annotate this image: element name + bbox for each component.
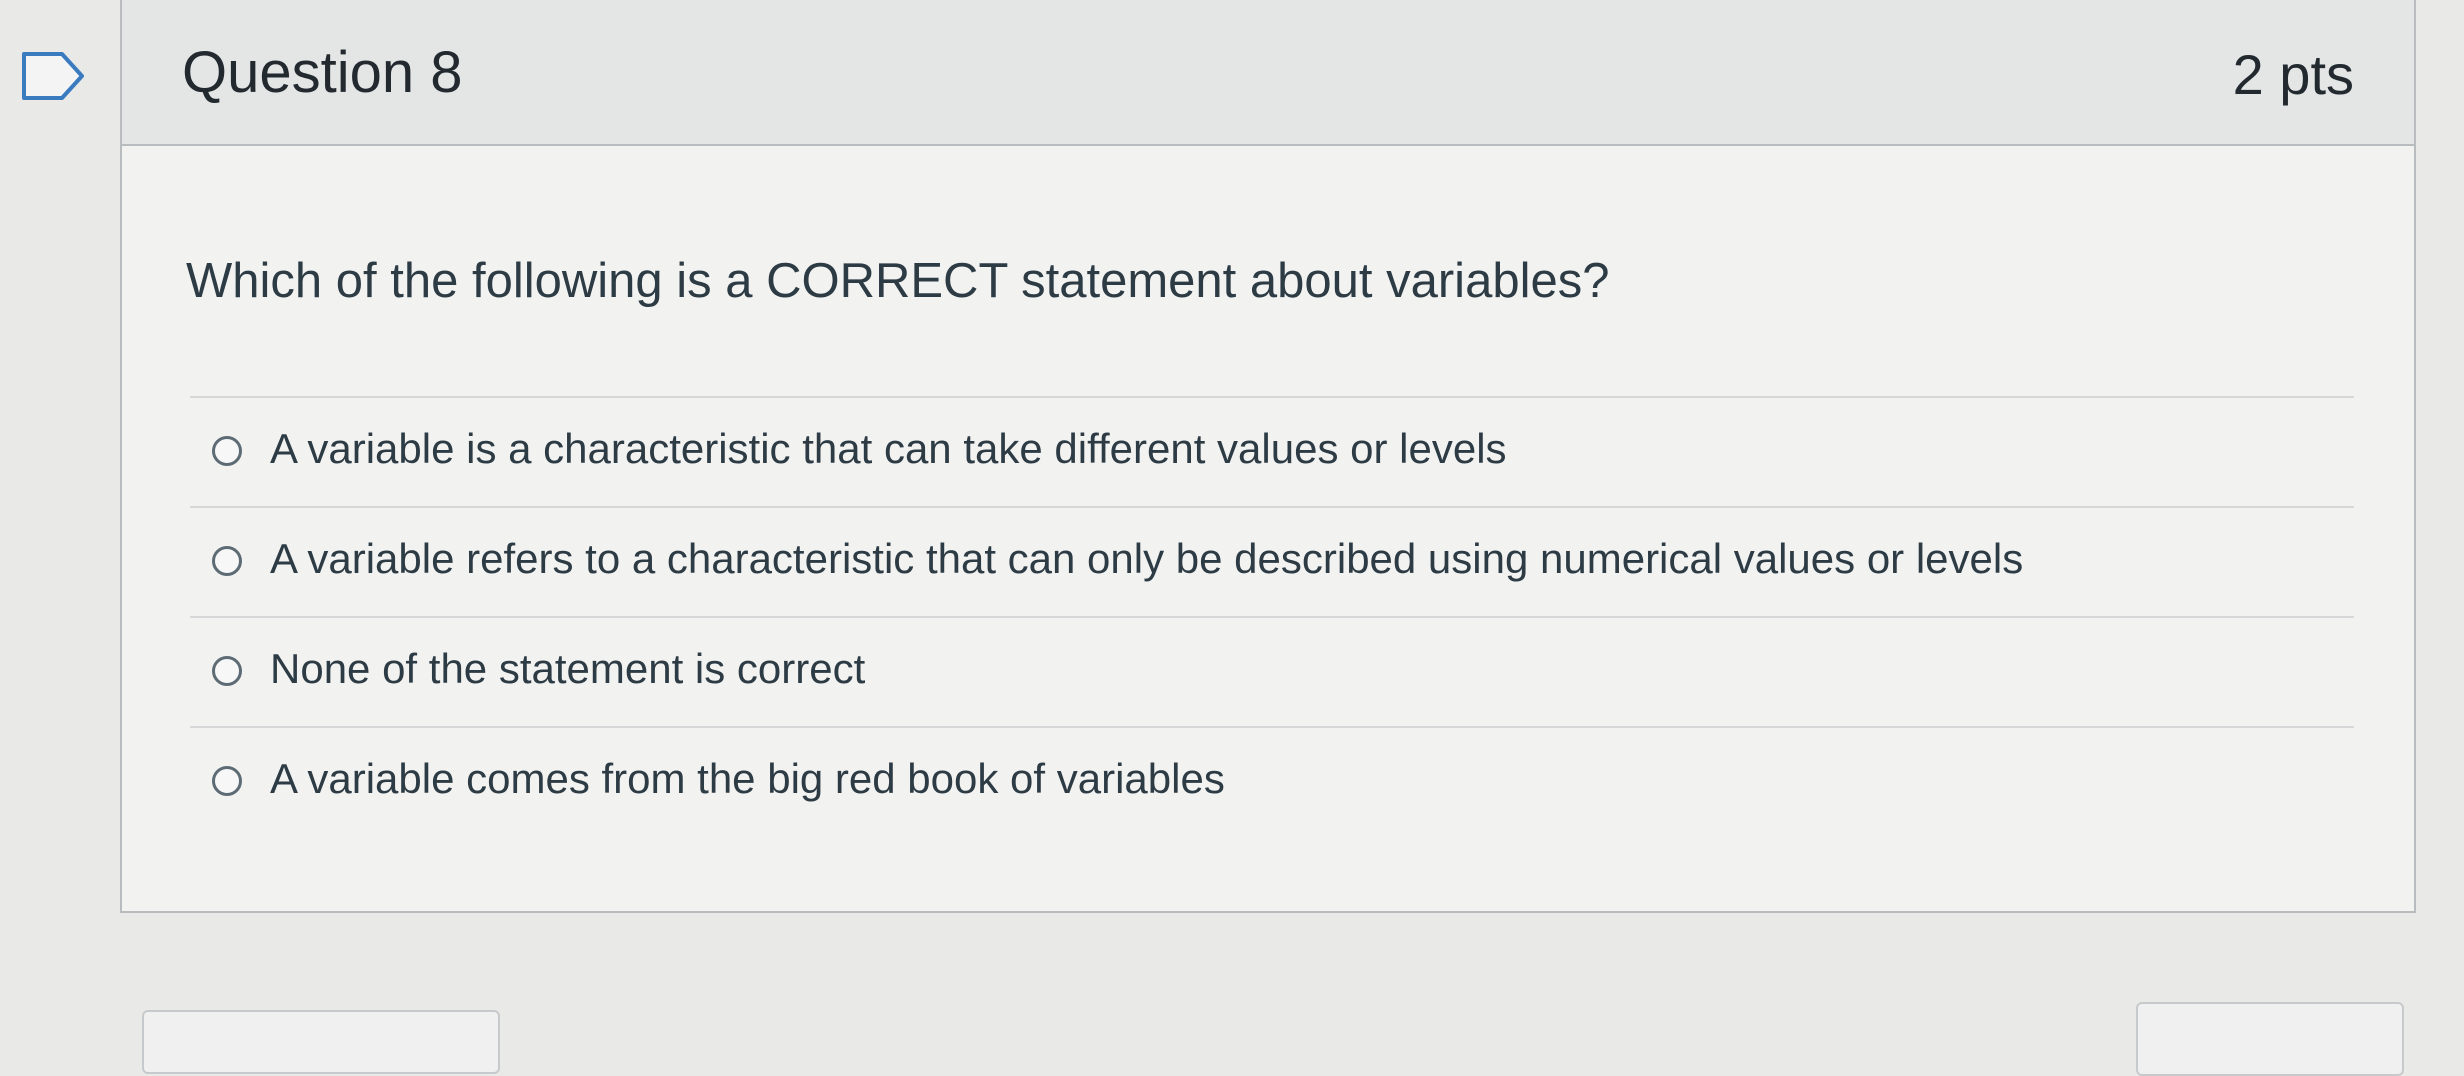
radio-button[interactable] xyxy=(212,436,242,466)
radio-button[interactable] xyxy=(212,766,242,796)
answer-label[interactable]: A variable refers to a characteristic th… xyxy=(270,530,2023,588)
flag-question-icon[interactable] xyxy=(20,50,88,102)
question-header: Question 8 2 pts xyxy=(122,0,2414,146)
answer-option-1[interactable]: A variable is a characteristic that can … xyxy=(190,396,2354,506)
answer-option-2[interactable]: A variable refers to a characteristic th… xyxy=(190,506,2354,616)
radio-button[interactable] xyxy=(212,656,242,686)
answer-list: A variable is a characteristic that can … xyxy=(190,396,2354,836)
answer-option-4[interactable]: A variable comes from the big red book o… xyxy=(190,726,2354,836)
question-title: Question 8 xyxy=(182,40,463,105)
question-text: Which of the following is a CORRECT stat… xyxy=(186,254,1610,308)
question-points: 2 pts xyxy=(2232,43,2354,106)
next-button[interactable] xyxy=(2136,1002,2404,1076)
previous-button[interactable] xyxy=(142,1010,500,1074)
answer-label[interactable]: None of the statement is correct xyxy=(270,640,865,698)
answer-option-3[interactable]: None of the statement is correct xyxy=(190,616,2354,726)
answer-label[interactable]: A variable comes from the big red book o… xyxy=(270,750,1225,808)
answer-label[interactable]: A variable is a characteristic that can … xyxy=(270,420,1507,478)
question-card: Question 8 2 pts Which of the following … xyxy=(120,0,2416,913)
radio-button[interactable] xyxy=(212,546,242,576)
